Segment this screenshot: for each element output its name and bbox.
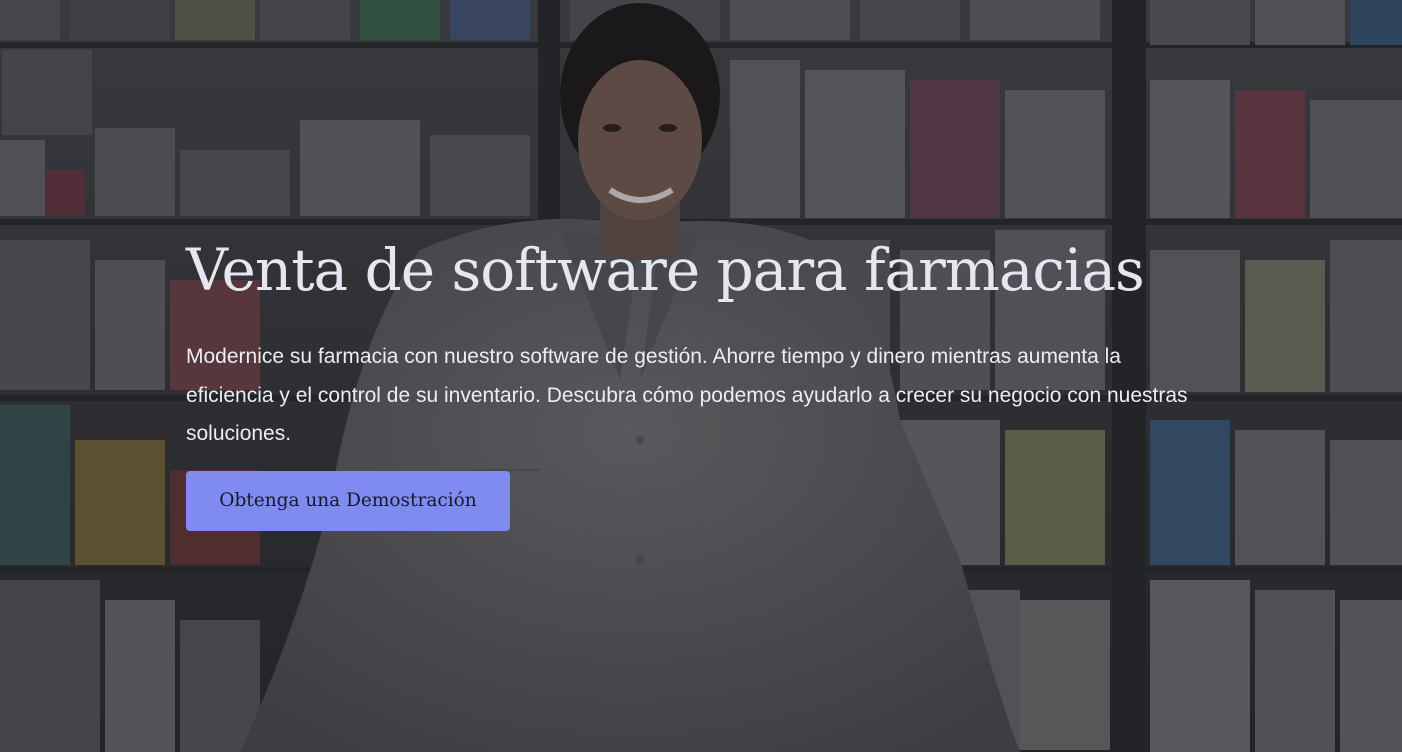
hero-title: Venta de software para farmacias — [186, 236, 1145, 304]
hero-content: Venta de software para farmacias Moderni… — [186, 232, 1196, 531]
get-demo-button[interactable]: Obtenga una Demostración — [186, 470, 510, 531]
hero-section: Venta de software para farmacias Moderni… — [0, 0, 1402, 752]
hero-subtitle: Modernice su farmacia con nuestro softwa… — [186, 345, 1188, 445]
